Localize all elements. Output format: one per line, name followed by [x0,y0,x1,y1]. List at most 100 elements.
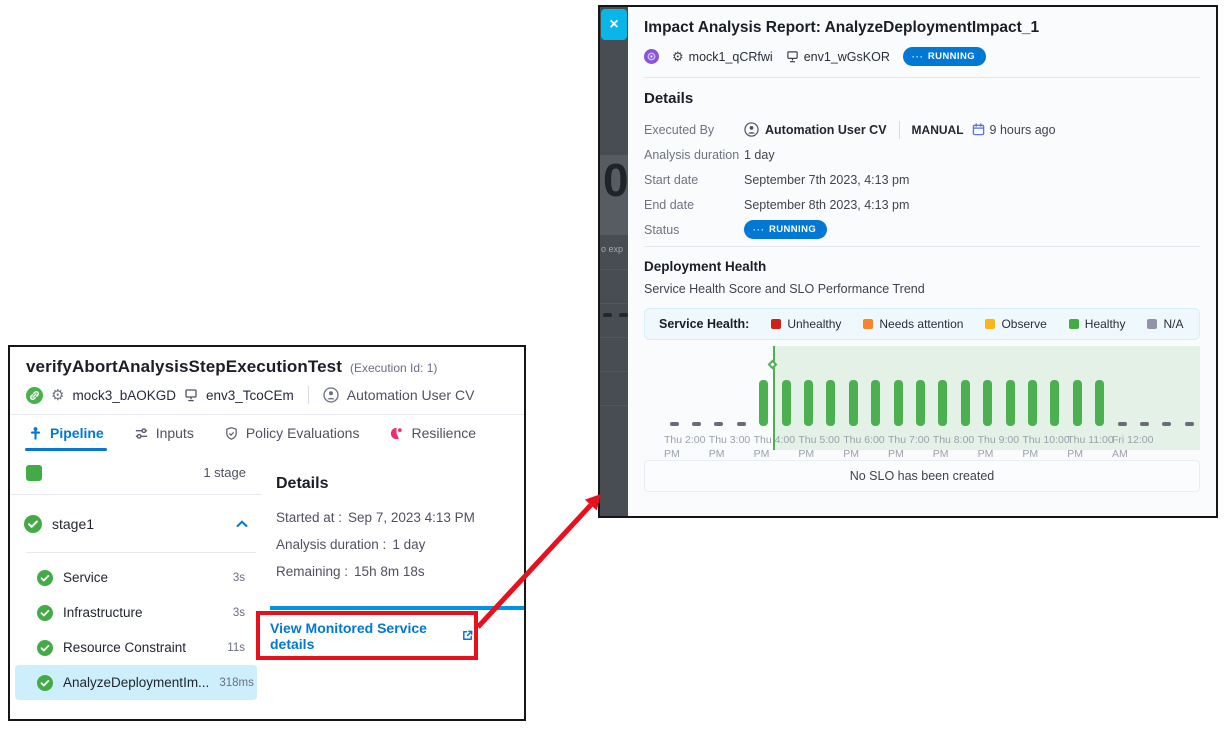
tab-policy-evaluations-label: Policy Evaluations [246,425,360,441]
view-monitored-service-link[interactable]: View Monitored Service details [270,620,474,652]
divider [308,386,309,404]
step-duration: 3s [233,607,245,619]
divider [600,303,628,304]
legend-swatch [985,319,995,329]
deployment-link-icon [26,387,43,404]
health-bar-healthy [1050,380,1059,426]
trigger-type: MANUAL [912,123,964,137]
stage-row-stage1[interactable]: stage1 [10,495,262,552]
check-circle-icon [37,570,53,586]
stage-status-square [26,465,42,481]
slo-empty-state: No SLO has been created [644,460,1200,492]
tab-pipeline[interactable]: Pipeline [28,415,104,451]
x-axis-label: Thu 3:00PM [709,433,750,461]
background-dashes [603,313,628,317]
divider [600,405,628,406]
step-row-resource-constraint[interactable]: Resource Constraint 11s [15,630,257,665]
x-axis-label: Thu 4:00PM [754,433,795,461]
legend-swatch [1069,319,1079,329]
step-duration: 11s [227,642,245,654]
health-bar-na [1162,422,1171,426]
annotation-highlight-box: View Monitored Service details [256,611,478,660]
x-axis-label: Thu 7:00PM [888,433,929,461]
step-row-infrastructure[interactable]: Infrastructure 3s [15,595,257,630]
health-bar-healthy [1006,380,1015,426]
tab-policy-evaluations[interactable]: Policy Evaluations [224,415,360,451]
x-axis-label: Thu 11:00PM [1067,433,1114,461]
check-circle-icon [37,640,53,656]
stage-count: 1 stage [203,465,246,480]
step-row-service[interactable]: Service 3s [15,560,257,595]
environment-name: env3_TcoCEm [206,388,294,403]
close-icon: × [609,16,618,34]
chevron-up-icon[interactable] [236,520,248,528]
service-health-legend: Service Health: Unhealthy Needs attentio… [644,308,1200,340]
service-name: mock3_bAOKGD [72,388,176,403]
divider [644,246,1200,247]
x-axis-label: Thu 5:00PM [798,433,839,461]
legend-item-healthy: Healthy [1069,317,1126,331]
close-button[interactable]: × [601,9,627,40]
screenshot-canvas: verifyAbortAnalysisStepExecutionTest (Ex… [0,0,1224,732]
health-bar-na [1140,422,1149,426]
executed-time-ago: 9 hours ago [990,123,1056,137]
legend-item-observe: Observe [985,317,1046,331]
background-metric-value: 0 [603,157,628,203]
step-details-panel: Details Started at :Sep 7, 2023 4:13 PM … [262,451,524,719]
step-name: Resource Constraint [63,640,186,655]
health-bar-healthy [849,380,858,426]
health-bar-healthy [938,380,947,426]
tab-pipeline-label: Pipeline [50,425,104,441]
execution-card: verifyAbortAnalysisStepExecutionTest (Ex… [8,345,526,721]
health-bar-healthy [894,380,903,426]
x-axis-label: Thu 8:00PM [933,433,974,461]
divider [600,269,628,270]
report-title: Impact Analysis Report: AnalyzeDeploymen… [644,19,1200,37]
tab-inputs[interactable]: Inputs [134,415,194,451]
tab-resilience-label: Resilience [411,425,476,441]
step-row-analyze-deployment-impact[interactable]: AnalyzeDeploymentIm... 318ms [15,665,257,700]
detail-row-analysis-duration: Analysis duration 1 day [644,142,1200,167]
legend-swatch [863,319,873,329]
legend-item-na: N/A [1147,317,1183,331]
divider [644,77,1200,78]
health-bar-na [1118,422,1127,426]
detail-analysis-duration: Analysis duration :1 day [276,537,508,552]
health-bar-na [692,422,701,426]
step-name: Service [63,570,108,585]
executed-by-user: Automation User CV [347,387,475,403]
legend-item-unhealthy: Unhealthy [771,317,841,331]
check-circle-icon [37,675,53,691]
impact-analysis-report: Impact Analysis Report: AnalyzeDeploymen… [628,7,1216,516]
tab-resilience[interactable]: Resilience [389,415,476,451]
health-bar-healthy [983,380,992,426]
impact-analysis-modal: × 0 o exp Impact Analysis Report: Analyz… [598,5,1218,518]
step-name: AnalyzeDeploymentIm... [63,675,209,690]
health-bar-na [670,422,679,426]
health-bar-healthy [804,380,813,426]
detail-started-at: Started at :Sep 7, 2023 4:13 PM [276,510,508,525]
detail-row-start-date: Start date September 7th 2023, 4:13 pm [644,167,1200,192]
health-bar-na [714,422,723,426]
check-circle-icon [37,605,53,621]
health-bar-healthy [782,380,791,426]
legend-item-needs-attention: Needs attention [863,317,963,331]
divider [899,121,900,139]
divider [600,337,628,338]
x-axis-label: Fri 12:00AM [1112,433,1153,461]
x-axis-label: Thu 2:00PM [664,433,705,461]
dimmed-background-page: × 0 o exp [600,7,628,516]
legend-swatch [1147,319,1157,329]
environment-icon [786,50,799,63]
health-chart[interactable]: Thu 2:00PMThu 3:00PMThu 4:00PMThu 5:00PM… [644,346,1200,458]
external-link-icon [461,629,474,642]
health-bar-healthy [871,380,880,426]
divider [600,371,628,372]
user-avatar-icon [323,387,339,403]
step-list: Service 3s Infrastructure 3s Resource Co… [10,553,262,700]
user-avatar-icon [744,122,759,137]
deployment-health-subtitle: Service Health Score and SLO Performance… [644,282,1200,296]
detail-row-executed-by: Executed By Automation User CV MANUAL 9 … [644,117,1200,142]
status-badge: ··· RUNNING [744,220,827,239]
health-bar-healthy [1028,380,1037,426]
